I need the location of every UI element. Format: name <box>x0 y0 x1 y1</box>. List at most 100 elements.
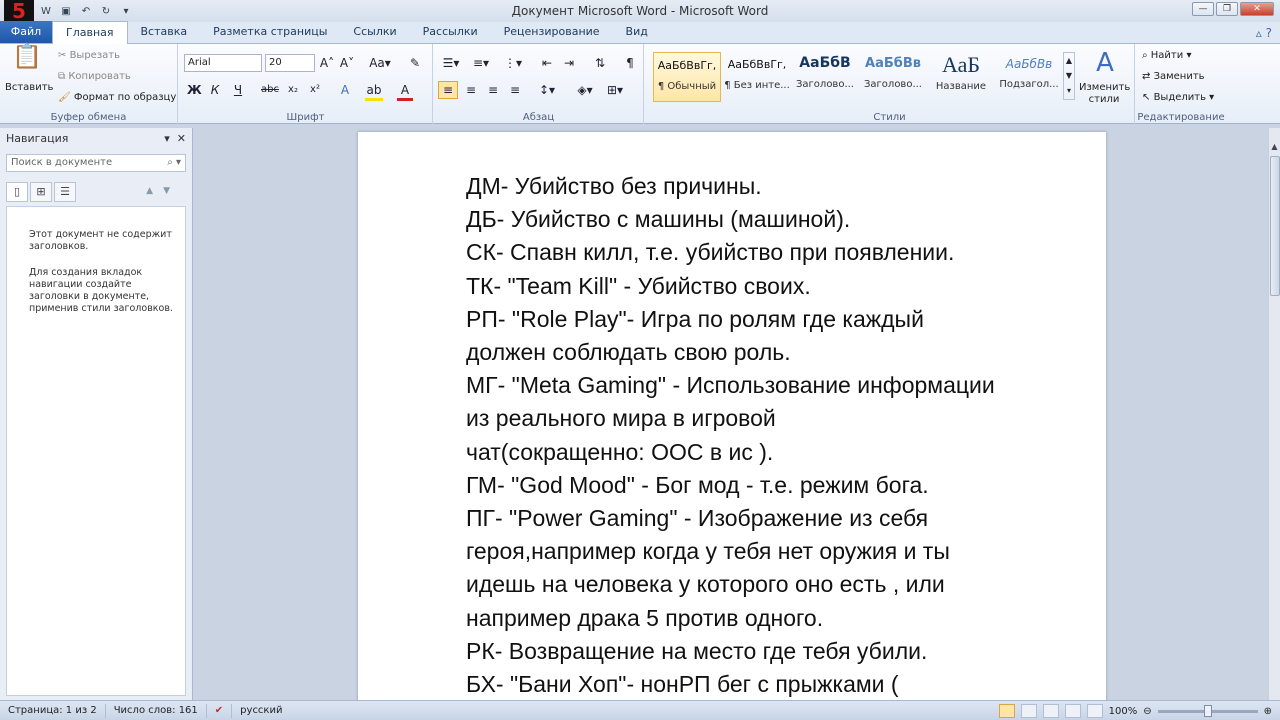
document-line[interactable]: ДМ- Убийство без причины. <box>466 170 1066 203</box>
pilcrow-icon[interactable]: ¶ <box>622 55 638 71</box>
navigation-search-input[interactable]: Поиск в документе ⌕ ▾ <box>6 154 186 172</box>
vertical-scrollbar[interactable]: ▲ <box>1268 128 1280 700</box>
document-line[interactable]: ТК- "Team Kill" - Убийство своих. <box>466 270 1066 303</box>
style-subtitle[interactable]: АаБбВв Подзагол... <box>995 52 1063 102</box>
document-line[interactable]: ПГ- "Power Gaming" - Изображение из себя <box>466 502 1066 535</box>
paste-icon[interactable]: 📋 <box>12 44 42 76</box>
close-pane-icon[interactable]: ✕ <box>177 132 186 145</box>
scroll-thumb[interactable] <box>1270 156 1280 296</box>
language[interactable]: русский <box>232 704 290 718</box>
tab-file[interactable]: Файл <box>0 21 52 43</box>
replace-button[interactable]: ⇄ Заменить <box>1142 71 1205 82</box>
highlight-icon[interactable]: ab <box>365 82 383 101</box>
zoom-out-icon[interactable]: ⊖ <box>1143 706 1151 717</box>
document-line[interactable]: МГ- "Meta Gaming" - Использование информ… <box>466 369 1066 402</box>
tab-insert[interactable]: Вставка <box>128 21 201 43</box>
document-line[interactable]: ГМ- "God Mood" - Бог мод - т.е. режим бо… <box>466 469 1066 502</box>
shrink-font-icon[interactable]: A˅ <box>339 55 355 71</box>
multilevel-list-icon[interactable]: ⋮▾ <box>502 55 524 71</box>
zoom-level[interactable]: 100% <box>1109 706 1138 717</box>
justify-icon[interactable]: ≡ <box>506 82 524 98</box>
tab-mailings[interactable]: Рассылки <box>410 21 491 43</box>
zoom-slider[interactable] <box>1157 704 1258 717</box>
cut-button[interactable]: ✂ Вырезать <box>58 50 120 61</box>
shading-icon[interactable]: ◈▾ <box>574 82 596 98</box>
outline-view-icon[interactable] <box>1064 704 1081 718</box>
tab-view[interactable]: Вид <box>613 21 661 43</box>
headings-tab-icon[interactable]: ▯ <box>6 182 28 202</box>
maximize-button[interactable]: ❐ <box>1216 2 1238 16</box>
strikethrough-icon[interactable]: abc <box>261 82 279 98</box>
line-spacing-icon[interactable]: ↕▾ <box>536 82 558 98</box>
document-line[interactable]: ДБ- Убийство с машины (машиной). <box>466 203 1066 236</box>
change-case-icon[interactable]: Aa▾ <box>369 55 391 71</box>
style-title[interactable]: АаБ Название <box>927 52 995 102</box>
sort-icon[interactable]: ⇅ <box>592 55 608 71</box>
paste-button[interactable]: Вставить <box>5 82 53 93</box>
document-line[interactable]: РК- Возвращение на место где тебя убили. <box>466 635 1066 668</box>
scroll-up-icon[interactable]: ▲ <box>1269 142 1280 151</box>
draft-view-icon[interactable] <box>1086 704 1103 718</box>
increase-indent-icon[interactable]: ⇥ <box>560 55 578 71</box>
find-button[interactable]: ⌕ Найти ▾ <box>1142 50 1191 61</box>
document-line[interactable]: например драка 5 против одного. <box>466 602 1066 635</box>
grow-font-icon[interactable]: A˄ <box>319 55 335 71</box>
print-layout-view-icon[interactable] <box>998 704 1015 718</box>
web-layout-view-icon[interactable] <box>1042 704 1059 718</box>
word-count[interactable]: Число слов: 161 <box>106 703 207 718</box>
document-body[interactable]: ДМ- Убийство без причины. ДБ- Убийство с … <box>466 170 1066 700</box>
document-line[interactable]: БХ- "Бани Хоп"- нонРП бег с прыжками ( <box>466 668 1066 700</box>
style-heading-2[interactable]: АаБбВв Заголово... <box>859 52 927 102</box>
align-right-icon[interactable]: ≡ <box>484 82 502 98</box>
superscript-icon[interactable]: x² <box>307 82 323 98</box>
numbering-icon[interactable]: ≡▾ <box>470 55 492 71</box>
select-button[interactable]: ↖ Выделить ▾ <box>1142 92 1214 103</box>
document-line[interactable]: чат(сокращенно: ООС в ис ). <box>466 436 1066 469</box>
results-tab-icon[interactable]: ☰ <box>54 182 76 202</box>
align-left-icon[interactable]: ≡ <box>438 81 458 99</box>
clear-format-icon[interactable]: ✎ <box>407 55 423 71</box>
text-effects-icon[interactable]: A <box>337 82 353 98</box>
document-line[interactable]: РП- "Role Play"- Игра по ролям где кажды… <box>466 303 1066 336</box>
document-page[interactable]: ДМ- Убийство без причины. ДБ- Убийство с … <box>358 132 1106 700</box>
copy-button[interactable]: ⧉ Копировать <box>58 71 131 82</box>
search-icon[interactable]: ⌕ ▾ <box>167 155 181 171</box>
tab-review[interactable]: Рецензирование <box>491 21 613 43</box>
tab-references[interactable]: Ссылки <box>340 21 409 43</box>
font-family-select[interactable]: Arial <box>184 54 262 72</box>
subscript-icon[interactable]: x₂ <box>285 82 301 98</box>
italic-icon[interactable]: К <box>208 82 222 98</box>
font-color-icon[interactable]: A <box>397 82 413 101</box>
pane-options-icon[interactable]: ▾ <box>164 132 170 145</box>
style-no-spacing[interactable]: АаБбВвГг, ¶ Без инте... <box>723 52 791 102</box>
borders-icon[interactable]: ⊞▾ <box>604 82 626 98</box>
document-line[interactable]: идешь на человека у которого оно есть , … <box>466 568 1066 601</box>
document-line[interactable]: СК- Спавн килл, т.е. убийство при появле… <box>466 236 1066 269</box>
change-styles-button[interactable]: Изменить стили <box>1079 82 1130 106</box>
help-icon[interactable]: ▵ ? <box>1256 26 1272 40</box>
decrease-indent-icon[interactable]: ⇤ <box>538 55 556 71</box>
minimize-button[interactable]: — <box>1192 2 1214 16</box>
tab-home[interactable]: Главная <box>52 21 128 44</box>
font-size-select[interactable]: 20 <box>265 54 315 72</box>
styles-scroll-icon[interactable]: ▲ ▼ ▾ <box>1063 52 1075 100</box>
document-line[interactable]: должен соблюдать свою роль. <box>466 336 1066 369</box>
change-styles-icon[interactable]: A <box>1085 46 1125 80</box>
full-screen-view-icon[interactable] <box>1020 704 1037 718</box>
pages-tab-icon[interactable]: ⊞ <box>30 182 52 202</box>
format-painter-button[interactable]: 🖌 Формат по образцу <box>58 92 176 103</box>
zoom-in-icon[interactable]: ⊕ <box>1264 706 1272 717</box>
page-count[interactable]: Страница: 1 из 2 <box>0 703 106 718</box>
style-heading-1[interactable]: АаБбВ Заголово... <box>791 52 859 102</box>
tab-page-layout[interactable]: Разметка страницы <box>200 21 340 43</box>
document-line[interactable]: героя,например когда у тебя нет оружия и… <box>466 535 1066 568</box>
nav-up-down-arrows[interactable]: ▲▼ <box>146 186 180 196</box>
bold-icon[interactable]: Ж <box>187 82 202 98</box>
close-button[interactable]: ✕ <box>1240 2 1274 16</box>
underline-icon[interactable]: Ч <box>231 82 245 98</box>
align-center-icon[interactable]: ≡ <box>462 82 480 98</box>
proofing-icon[interactable]: ✔ <box>207 703 233 718</box>
style-normal[interactable]: АаБбВвГг, ¶ Обычный <box>653 52 721 102</box>
bullets-icon[interactable]: ☰▾ <box>440 55 462 71</box>
document-line[interactable]: из реального мира в игровой <box>466 402 1066 435</box>
